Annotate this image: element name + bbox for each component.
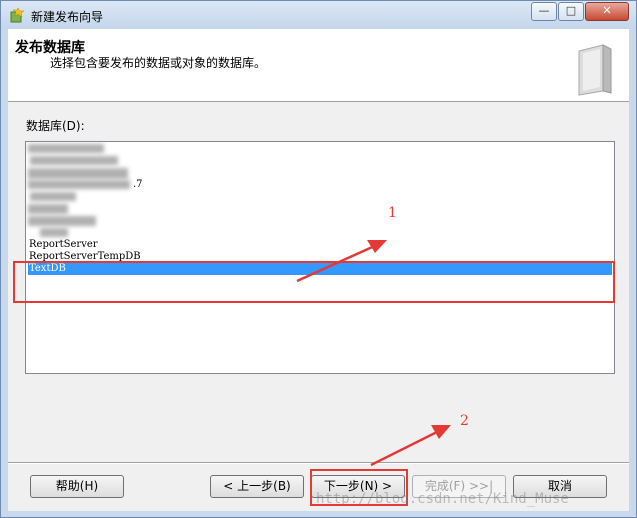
annotation-arrow-2 (370, 425, 451, 467)
redacted-item (30, 192, 76, 201)
annotation-label-2: 2 (460, 413, 469, 429)
close-button[interactable]: ✕ (585, 2, 629, 21)
partial-item-text: .7 (133, 179, 143, 190)
title-bar: 新建发布向导 — □ ✕ (1, 1, 636, 29)
redacted-item (28, 180, 130, 189)
wizard-app-icon (10, 7, 25, 23)
redacted-item (28, 216, 96, 226)
book-icon (578, 44, 612, 96)
redacted-item (30, 156, 118, 165)
maximize-button[interactable]: □ (558, 2, 584, 21)
footer-separator (8, 462, 629, 464)
wizard-client-area: 发布数据库 选择包含要发布的数据或对象的数据库。 数据库(D): .7 Repo… (8, 29, 629, 511)
page-subtitle: 选择包含要发布的数据或对象的数据库。 (50, 56, 267, 70)
redacted-item (28, 144, 104, 153)
watermark-text: http://blog.csdn.net/Kind_Muse (316, 491, 569, 507)
window-title: 新建发布向导 (31, 10, 104, 24)
annotation-arrow-1 (296, 240, 387, 283)
database-list-label: 数据库(D): (26, 119, 85, 133)
publish-wizard-window: 新建发布向导 — □ ✕ 发布数据库 选择包含要发布的数据或对象的数据库。 数据… (0, 0, 637, 518)
minimize-button[interactable]: — (531, 2, 557, 21)
annotation-label-1: 1 (388, 205, 397, 221)
redacted-item (28, 204, 68, 214)
redacted-item (40, 228, 68, 237)
wizard-header: 发布数据库 选择包含要发布的数据或对象的数据库。 (8, 29, 629, 102)
redacted-item (28, 168, 128, 179)
back-button[interactable]: < 上一步(B) (210, 475, 304, 498)
help-button[interactable]: 帮助(H) (30, 475, 124, 498)
